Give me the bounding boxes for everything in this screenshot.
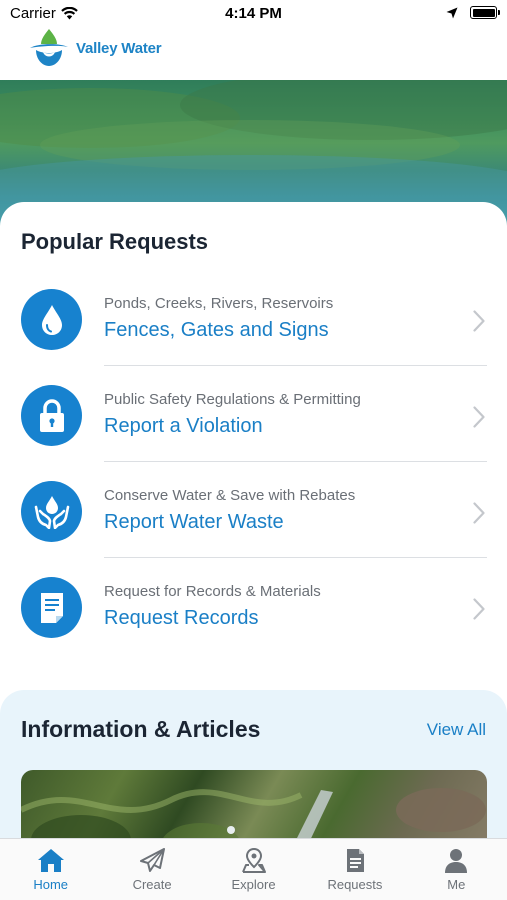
app-header: Valley Water xyxy=(0,28,507,80)
request-item-subtitle: Public Safety Regulations & Permitting xyxy=(104,391,361,408)
home-icon xyxy=(37,849,64,872)
tab-bar: Home Create Explore Requests Me xyxy=(0,838,507,900)
battery-icon xyxy=(470,6,500,19)
chevron-right-icon xyxy=(473,310,485,332)
wifi-icon xyxy=(61,7,78,20)
information-articles-panel: Information & Articles View All xyxy=(0,690,507,850)
popular-requests-list: Ponds, Creeks, Rivers, Reservoirs Fences… xyxy=(0,270,507,654)
location-arrow-icon xyxy=(446,7,458,18)
status-carrier: Carrier xyxy=(10,5,78,22)
popular-requests-title: Popular Requests xyxy=(21,229,209,254)
hands-water-drop-icon xyxy=(21,481,82,542)
status-bar: Carrier 4:14 PM xyxy=(0,0,507,28)
popular-requests-card: Popular Requests Ponds, Creeks, Rivers, … xyxy=(0,202,507,702)
tab-label: Create xyxy=(132,877,172,892)
tab-label: Explore xyxy=(231,877,276,892)
information-articles-title: Information & Articles xyxy=(21,716,261,742)
request-item-title: Report Water Waste xyxy=(104,511,284,533)
request-item-request-records[interactable]: Request for Records & Materials Request … xyxy=(0,558,507,654)
request-item-title: Request Records xyxy=(104,607,259,629)
request-item-text: Public Safety Regulations & Permitting R… xyxy=(104,391,361,439)
water-drop-logo-icon xyxy=(30,29,68,66)
logo-text: Valley Water xyxy=(76,39,162,57)
map-pin-icon xyxy=(241,848,266,873)
chevron-right-icon xyxy=(473,502,485,524)
padlock-icon xyxy=(21,385,82,446)
tab-home[interactable]: Home xyxy=(0,839,101,900)
person-icon xyxy=(445,849,468,873)
request-item-report-water-waste[interactable]: Conserve Water & Save with Rebates Repor… xyxy=(0,462,507,558)
water-drop-icon xyxy=(21,289,82,350)
request-item-fences-gates-signs[interactable]: Ponds, Creeks, Rivers, Reservoirs Fences… xyxy=(0,270,507,366)
status-right xyxy=(446,6,500,19)
tab-requests[interactable]: Requests xyxy=(304,839,405,900)
document-icon xyxy=(21,577,82,638)
request-item-text: Conserve Water & Save with Rebates Repor… xyxy=(104,487,355,535)
tab-me[interactable]: Me xyxy=(406,839,507,900)
request-item-subtitle: Request for Records & Materials xyxy=(104,583,321,600)
request-item-subtitle: Ponds, Creeks, Rivers, Reservoirs xyxy=(104,295,334,312)
paper-plane-icon xyxy=(140,848,166,872)
tab-explore[interactable]: Explore xyxy=(203,839,304,900)
request-item-subtitle: Conserve Water & Save with Rebates xyxy=(104,487,356,504)
tab-label: Requests xyxy=(327,877,383,892)
tab-label: Me xyxy=(447,877,466,892)
request-item-text: Ponds, Creeks, Rivers, Reservoirs Fences… xyxy=(104,295,333,343)
request-item-text: Request for Records & Materials Request … xyxy=(104,583,321,631)
tab-create[interactable]: Create xyxy=(101,839,202,900)
view-all-link[interactable]: View All xyxy=(427,720,486,740)
document-list-icon xyxy=(346,849,364,872)
request-item-report-violation[interactable]: Public Safety Regulations & Permitting R… xyxy=(0,366,507,462)
chevron-right-icon xyxy=(473,598,485,620)
tab-label: Home xyxy=(33,877,69,892)
valley-water-logo: Valley Water xyxy=(28,28,162,68)
chevron-right-icon xyxy=(473,406,485,428)
carrier-label: Carrier xyxy=(10,5,56,22)
request-item-title: Fences, Gates and Signs xyxy=(104,319,329,341)
request-item-title: Report a Violation xyxy=(104,415,263,437)
